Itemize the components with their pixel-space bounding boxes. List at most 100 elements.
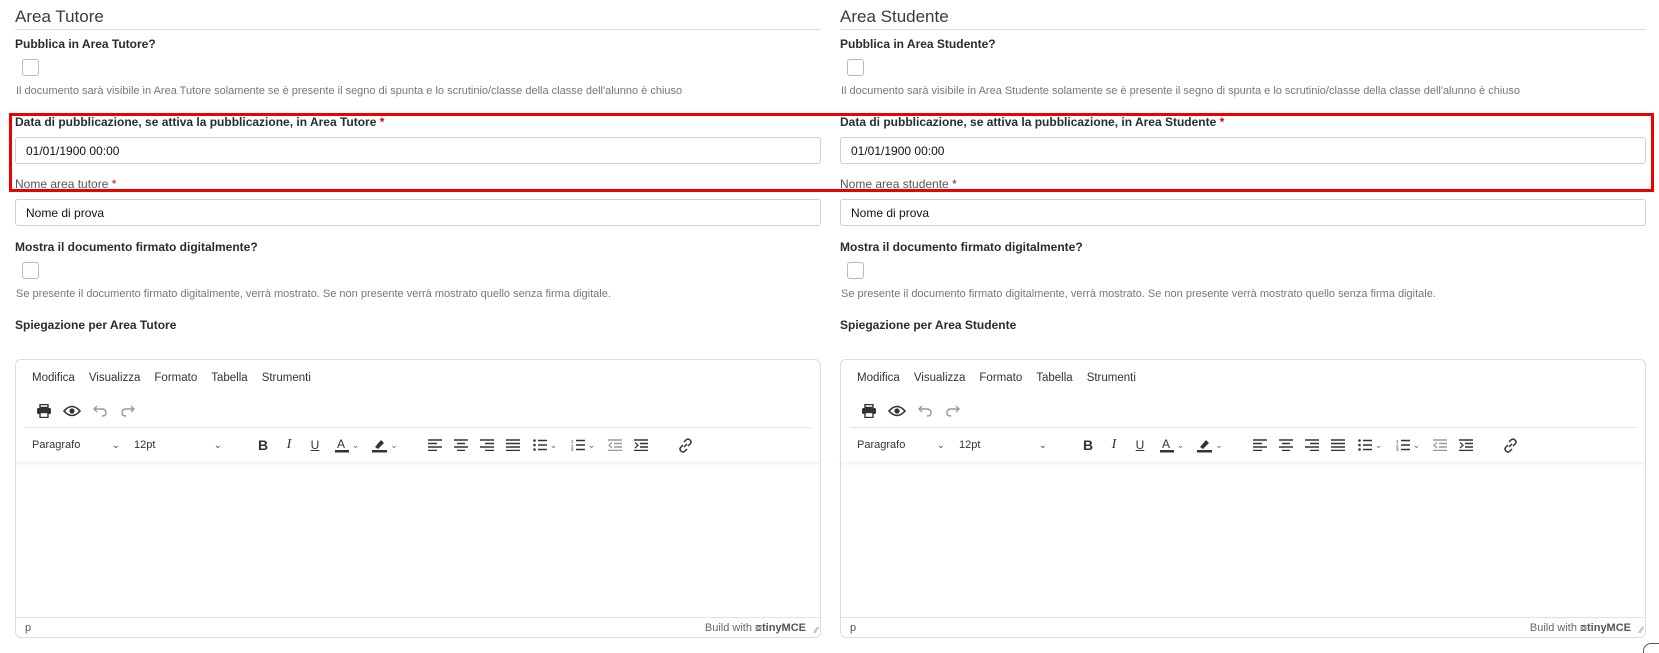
undo-icon[interactable] bbox=[911, 401, 939, 421]
menu-visualizza[interactable]: Visualizza bbox=[914, 372, 966, 384]
align-right-icon[interactable] bbox=[474, 434, 500, 456]
signed-studente-label: Mostra il documento firmato digitalmente… bbox=[840, 240, 1083, 254]
signed-tutore-checkbox[interactable] bbox=[22, 262, 39, 279]
resize-handle-icon[interactable]: ∕∕ bbox=[1640, 625, 1643, 635]
highlight-icon[interactable]: ⌄ bbox=[366, 434, 404, 456]
indent-icon[interactable] bbox=[1453, 434, 1479, 456]
justify-icon[interactable] bbox=[500, 434, 526, 456]
element-path[interactable]: p bbox=[25, 622, 31, 634]
menu-formato[interactable]: Formato bbox=[154, 372, 197, 384]
signed-tutore-label: Mostra il documento firmato digitalmente… bbox=[15, 240, 258, 254]
align-right-icon[interactable] bbox=[1299, 434, 1325, 456]
element-path[interactable]: p bbox=[850, 622, 856, 634]
font-size-select[interactable]: 12pt ⌄ bbox=[953, 434, 1053, 456]
font-size-value: 12pt bbox=[134, 439, 156, 451]
numbered-list-icon[interactable]: 1 2 3 ⌄ bbox=[564, 434, 602, 456]
editor-statusbar: p Build with ⧇tinyMCE ∕∕ bbox=[841, 617, 1645, 637]
required-mark: * bbox=[1219, 115, 1225, 129]
branding-prefix: Build with bbox=[704, 622, 752, 634]
preview-icon[interactable] bbox=[58, 401, 86, 421]
name-studente-input[interactable] bbox=[840, 199, 1646, 226]
date-studente-label-text: Data di pubblicazione, se attiva la pubb… bbox=[840, 115, 1217, 129]
menu-formato[interactable]: Formato bbox=[979, 372, 1022, 384]
menu-modifica[interactable]: Modifica bbox=[32, 372, 75, 384]
menu-visualizza[interactable]: Visualizza bbox=[89, 372, 141, 384]
underline-icon[interactable]: U bbox=[302, 434, 328, 456]
highlight-icon[interactable]: ⌄ bbox=[1191, 434, 1229, 456]
menu-tabella[interactable]: Tabella bbox=[1036, 372, 1072, 384]
chevron-down-icon: ⌄ bbox=[111, 439, 120, 451]
bold-icon[interactable]: B bbox=[250, 434, 276, 456]
publish-tutore-checkbox[interactable] bbox=[22, 59, 39, 76]
block-format-select[interactable]: Paragrafo ⌄ bbox=[851, 434, 951, 456]
chevron-down-icon: ⌄ bbox=[213, 439, 222, 451]
branding[interactable]: Build with ⧇tinyMCE bbox=[705, 622, 806, 635]
menu-strumenti[interactable]: Strumenti bbox=[262, 372, 311, 384]
section-title-studente: Area Studente bbox=[840, 7, 1646, 30]
print-icon[interactable] bbox=[30, 401, 58, 421]
link-icon[interactable] bbox=[672, 434, 698, 456]
align-left-icon[interactable] bbox=[422, 434, 448, 456]
text-color-icon[interactable]: A ⌄ bbox=[328, 434, 366, 456]
bullet-list-icon[interactable]: ⌄ bbox=[526, 434, 564, 456]
date-studente-label: Data di pubblicazione, se attiva la pubb… bbox=[840, 115, 1224, 129]
outdent-icon[interactable] bbox=[1427, 434, 1453, 456]
name-tutore-label: Nome area tutore * bbox=[15, 177, 116, 191]
publish-studente-hint: Il documento sarà visibile in Area Stude… bbox=[841, 85, 1521, 97]
publish-studente-label: Pubblica in Area Studente? bbox=[840, 37, 996, 51]
toolbar-shadow bbox=[841, 458, 1645, 462]
menu-modifica[interactable]: Modifica bbox=[857, 372, 900, 384]
numbered-list-icon[interactable]: 1 2 3 ⌄ bbox=[1389, 434, 1427, 456]
print-icon[interactable] bbox=[855, 401, 883, 421]
font-size-select[interactable]: 12pt ⌄ bbox=[128, 434, 228, 456]
svg-text:A: A bbox=[337, 438, 345, 451]
bullet-list-icon[interactable]: ⌄ bbox=[1351, 434, 1389, 456]
editor-studente[interactable]: Modifica Visualizza Formato Tabella Stru… bbox=[840, 359, 1646, 638]
block-format-select[interactable]: Paragrafo ⌄ bbox=[26, 434, 126, 456]
corner-decoration bbox=[1643, 643, 1659, 653]
chevron-down-icon: ⌄ bbox=[936, 439, 945, 451]
branding[interactable]: Build with ⧇tinyMCE bbox=[1530, 622, 1631, 635]
name-tutore-input[interactable] bbox=[15, 199, 821, 226]
name-studente-label-text: Nome area studente bbox=[840, 177, 949, 191]
block-format-value: Paragrafo bbox=[32, 439, 81, 451]
menu-tabella[interactable]: Tabella bbox=[211, 372, 247, 384]
align-center-icon[interactable] bbox=[448, 434, 474, 456]
undo-icon[interactable] bbox=[86, 401, 114, 421]
section-title-tutore: Area Tutore bbox=[15, 7, 821, 30]
toolbar-shadow bbox=[16, 458, 820, 462]
editor-tutore[interactable]: Modifica Visualizza Formato Tabella Stru… bbox=[15, 359, 821, 638]
resize-handle-icon[interactable]: ∕∕ bbox=[815, 625, 818, 635]
redo-icon[interactable] bbox=[939, 401, 967, 421]
preview-icon[interactable] bbox=[883, 401, 911, 421]
date-tutore-input[interactable] bbox=[15, 137, 821, 164]
redo-icon[interactable] bbox=[114, 401, 142, 421]
align-center-icon[interactable] bbox=[1273, 434, 1299, 456]
editor-toolbar-top bbox=[855, 401, 967, 421]
tinymce-logo-icon: ⧇ bbox=[755, 622, 762, 634]
branding-name: tinyMCE bbox=[762, 622, 806, 634]
explain-studente-label: Spiegazione per Area Studente bbox=[840, 318, 1017, 332]
date-tutore-label: Data di pubblicazione, se attiva la pubb… bbox=[15, 115, 384, 129]
signed-studente-checkbox[interactable] bbox=[847, 262, 864, 279]
required-mark: * bbox=[952, 177, 957, 191]
link-icon[interactable] bbox=[1497, 434, 1523, 456]
italic-icon[interactable]: I bbox=[276, 434, 302, 456]
publish-studente-checkbox[interactable] bbox=[847, 59, 864, 76]
menu-strumenti[interactable]: Strumenti bbox=[1087, 372, 1136, 384]
outdent-icon[interactable] bbox=[602, 434, 628, 456]
bold-icon[interactable]: B bbox=[1075, 434, 1101, 456]
underline-icon[interactable]: U bbox=[1127, 434, 1153, 456]
justify-icon[interactable] bbox=[1325, 434, 1351, 456]
block-format-value: Paragrafo bbox=[857, 439, 906, 451]
text-color-icon[interactable]: A ⌄ bbox=[1153, 434, 1191, 456]
chevron-down-icon: ⌄ bbox=[1038, 439, 1047, 451]
align-left-icon[interactable] bbox=[1247, 434, 1273, 456]
italic-icon[interactable]: I bbox=[1101, 434, 1127, 456]
date-studente-input[interactable] bbox=[840, 137, 1646, 164]
required-mark: * bbox=[111, 177, 117, 191]
toolbar-divider bbox=[25, 427, 811, 428]
indent-icon[interactable] bbox=[628, 434, 654, 456]
required-mark: * bbox=[379, 115, 385, 129]
tinymce-logo-icon: ⧇ bbox=[1580, 622, 1587, 634]
